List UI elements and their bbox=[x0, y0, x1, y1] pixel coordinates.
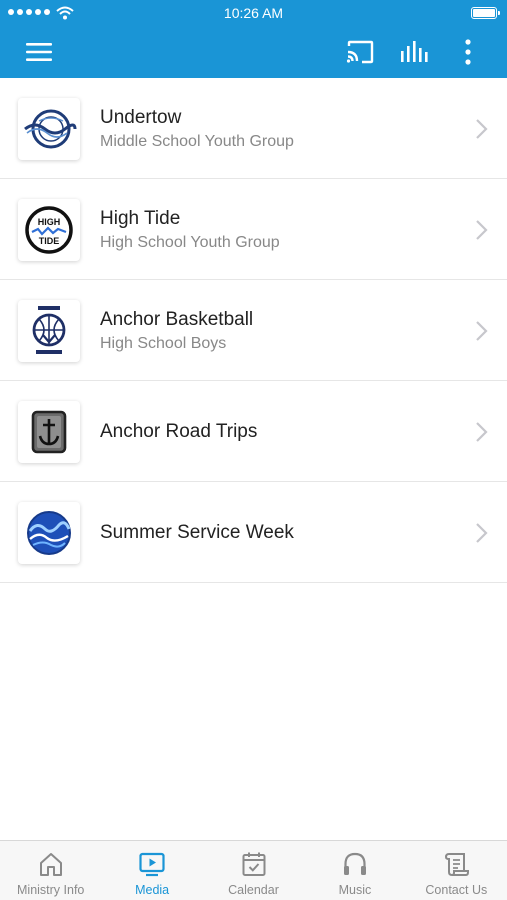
undertow-logo bbox=[18, 98, 80, 160]
anchor-basketball-logo bbox=[18, 300, 80, 362]
cast-button[interactable] bbox=[338, 26, 382, 78]
chevron-right-icon bbox=[476, 119, 488, 139]
tab-contact-us[interactable]: Contact Us bbox=[406, 841, 507, 900]
item-title: High Tide bbox=[100, 208, 181, 229]
high-tide-logo: HIGH TIDE bbox=[18, 199, 80, 261]
more-vertical-icon bbox=[465, 39, 471, 65]
item-subtitle: High School Youth Group bbox=[100, 234, 280, 251]
tab-music[interactable]: Music bbox=[304, 841, 405, 900]
list-item-anchor-basketball[interactable]: Anchor Basketball High School Boys bbox=[0, 280, 507, 381]
contact-scroll-icon bbox=[445, 853, 470, 876]
equalizer-icon bbox=[401, 41, 428, 62]
list-item-high-tide[interactable]: HIGH TIDE High Tide High School Youth Gr… bbox=[0, 179, 507, 280]
media-play-icon bbox=[139, 852, 165, 877]
anchor-road-trips-logo bbox=[18, 401, 80, 463]
more-button[interactable] bbox=[446, 26, 490, 78]
item-subtitle: High School Boys bbox=[100, 335, 227, 352]
equalizer-button[interactable] bbox=[392, 26, 436, 78]
chevron-right-icon bbox=[476, 321, 488, 341]
tab-label: Music bbox=[338, 883, 372, 897]
item-title: Summer Service Week bbox=[100, 522, 294, 543]
status-time: 10:26 AM bbox=[223, 5, 284, 21]
tab-bar: Ministry Info Media Calendar Music Conta… bbox=[0, 840, 507, 900]
media-screen: 10:26 AM Undertow Middle School Youth Gr… bbox=[0, 0, 507, 900]
item-title: Undertow bbox=[100, 107, 182, 128]
hamburger-menu-icon bbox=[26, 43, 52, 61]
chevron-right-icon bbox=[476, 422, 488, 442]
item-subtitle: Middle School Youth Group bbox=[100, 133, 294, 150]
tab-calendar[interactable]: Calendar bbox=[203, 841, 304, 900]
tab-media[interactable]: Media bbox=[101, 841, 202, 900]
calendar-icon bbox=[242, 852, 266, 876]
chevron-right-icon bbox=[476, 220, 488, 240]
menu-button[interactable] bbox=[17, 26, 61, 78]
chevron-right-icon bbox=[476, 523, 488, 543]
summer-service-week-logo bbox=[18, 502, 80, 564]
list-item-summer-service-week[interactable]: Summer Service Week bbox=[0, 482, 507, 583]
status-bar: 10:26 AM bbox=[0, 0, 507, 26]
home-icon bbox=[39, 853, 62, 876]
cast-icon bbox=[346, 40, 374, 64]
battery-icon bbox=[471, 7, 500, 19]
tab-label: Calendar bbox=[228, 883, 279, 897]
tab-label: Contact Us bbox=[425, 883, 488, 897]
list-item-undertow[interactable]: Undertow Middle School Youth Group bbox=[0, 78, 507, 179]
item-title: Anchor Basketball bbox=[100, 309, 254, 330]
high-tide-logo-text-top: HIGH bbox=[38, 217, 61, 227]
app-header: 10:26 AM bbox=[0, 0, 507, 78]
tab-label: Media bbox=[135, 883, 170, 897]
headphones-icon bbox=[343, 852, 366, 875]
nav-bar bbox=[0, 26, 507, 78]
tab-ministry-info[interactable]: Ministry Info bbox=[0, 841, 101, 900]
high-tide-logo-text-bottom: TIDE bbox=[39, 236, 60, 246]
item-title: Anchor Road Trips bbox=[100, 421, 258, 442]
tab-label: Ministry Info bbox=[17, 883, 85, 897]
list-item-anchor-road-trips[interactable]: Anchor Road Trips bbox=[0, 381, 507, 482]
media-list: Undertow Middle School Youth Group HIGH … bbox=[0, 78, 507, 583]
